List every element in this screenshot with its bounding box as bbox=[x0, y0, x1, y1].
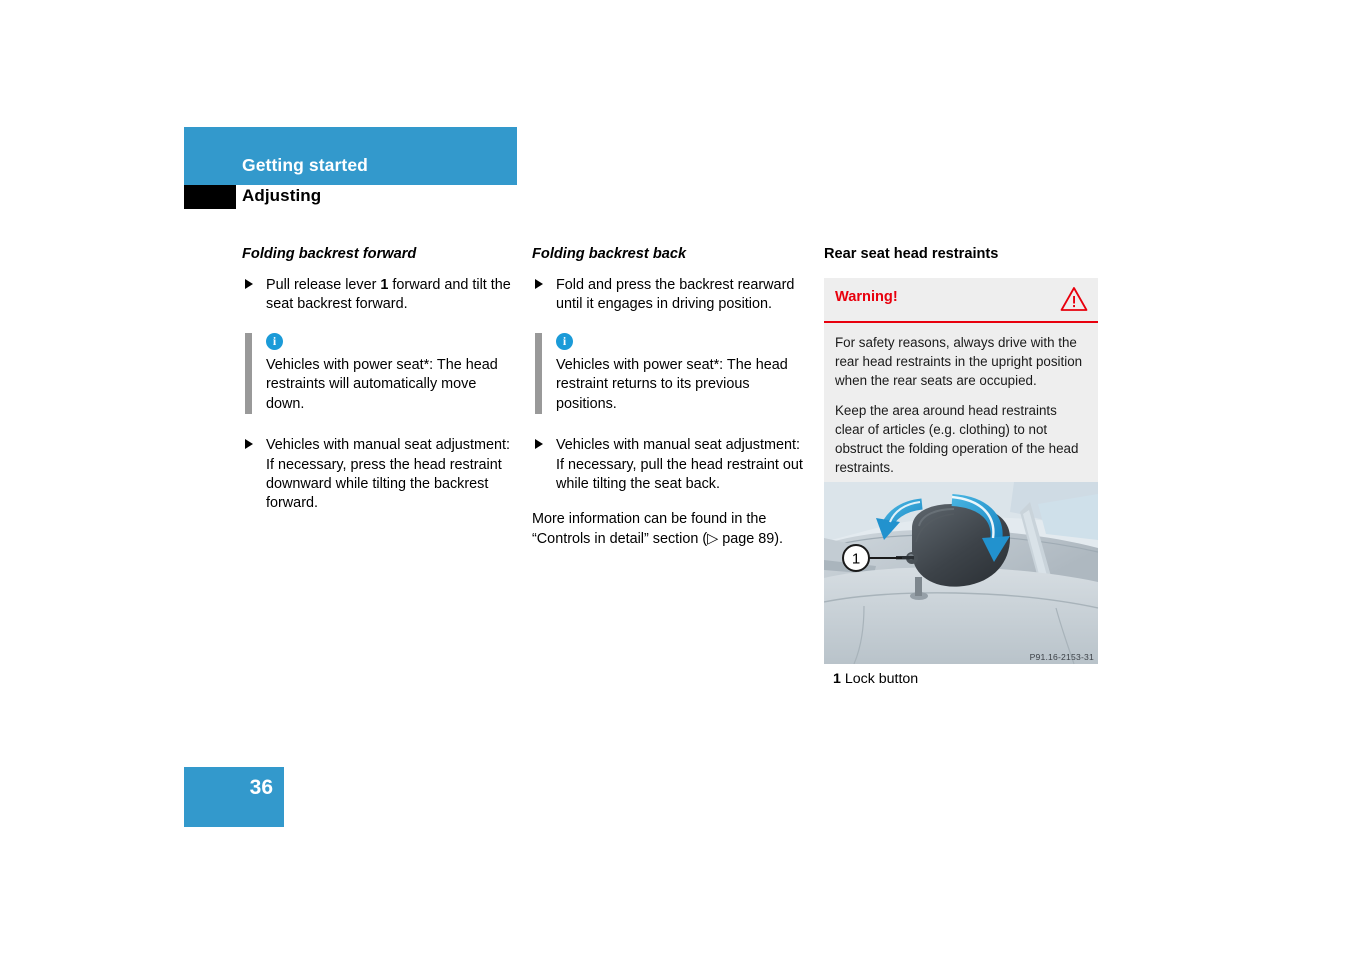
figure-caption-number: 1 bbox=[833, 671, 841, 687]
content-column-2: Folding backrest back Fold and press the… bbox=[532, 245, 808, 561]
note-side-rule bbox=[245, 332, 252, 415]
page-number: 36 bbox=[249, 776, 273, 799]
triangle-bullet-icon bbox=[245, 439, 253, 450]
step-text-pre: Pull release lever bbox=[266, 276, 381, 293]
list-item: Fold and press the backrest rearward unt… bbox=[532, 276, 808, 315]
col3-subheading: Rear seat head restraints bbox=[824, 246, 999, 262]
info-note: i Vehicles with power seat*: The head re… bbox=[532, 332, 808, 415]
step-text: Fold and press the backrest rearward unt… bbox=[556, 276, 795, 313]
warning-box: Warning! For safety reasons, always driv… bbox=[824, 277, 1098, 491]
figure-caption: 1 Lock button bbox=[833, 670, 918, 688]
info-note: i Vehicles with power seat*: The head re… bbox=[242, 332, 518, 415]
warning-triangle-icon bbox=[1060, 286, 1088, 312]
warning-paragraph: For safety reasons, always drive with th… bbox=[835, 334, 1083, 388]
list-item: Pull release lever 1 forward and tilt th… bbox=[242, 276, 518, 315]
chapter-header-band: Getting started bbox=[184, 127, 517, 185]
figure-caption-text: Lock button bbox=[844, 671, 919, 687]
warning-body: For safety reasons, always drive with th… bbox=[824, 323, 1098, 490]
cross-reference-paragraph: More information can be found in the “Co… bbox=[532, 511, 784, 547]
illustration-svg: 1 bbox=[824, 482, 1098, 664]
content-column-1: Folding backrest forward Pull release le… bbox=[242, 245, 518, 530]
note-text: Vehicles with power seat*: The head rest… bbox=[556, 356, 788, 412]
note-side-rule bbox=[535, 332, 542, 415]
col1-subheading: Folding backrest forward bbox=[242, 246, 417, 262]
step-text: Vehicles with manual seat adjustment: If… bbox=[556, 437, 803, 493]
col2-subheading: Folding backrest back bbox=[532, 246, 687, 262]
content-column-3: Rear seat head restraints Warning! For s… bbox=[824, 245, 1100, 491]
step-text: Vehicles with manual seat adjustment: If… bbox=[266, 437, 510, 512]
list-item: Vehicles with manual seat adjustment: If… bbox=[532, 436, 808, 494]
section-marker-block bbox=[184, 185, 236, 209]
note-text: Vehicles with power seat*: The head rest… bbox=[266, 356, 498, 412]
warning-title: Warning! bbox=[835, 288, 898, 305]
section-title: Adjusting bbox=[242, 186, 322, 205]
head-restraint-illustration: 1 P91.16-2153-31 bbox=[824, 482, 1098, 664]
figure-callout-1: 1 bbox=[852, 551, 860, 568]
figure-reference-code: P91.16-2153-31 bbox=[1029, 652, 1094, 662]
page-number-block: 36 bbox=[184, 767, 284, 827]
chapter-title: Getting started bbox=[242, 155, 368, 175]
info-icon: i bbox=[266, 332, 283, 350]
info-icon: i bbox=[556, 332, 573, 350]
triangle-bullet-icon bbox=[535, 439, 543, 450]
warning-header: Warning! bbox=[824, 278, 1098, 323]
triangle-bullet-icon bbox=[245, 278, 253, 289]
triangle-bullet-icon bbox=[535, 278, 543, 289]
warning-paragraph: Keep the area around head restraints cle… bbox=[835, 403, 1079, 475]
list-item: Vehicles with manual seat adjustment: If… bbox=[242, 436, 518, 514]
